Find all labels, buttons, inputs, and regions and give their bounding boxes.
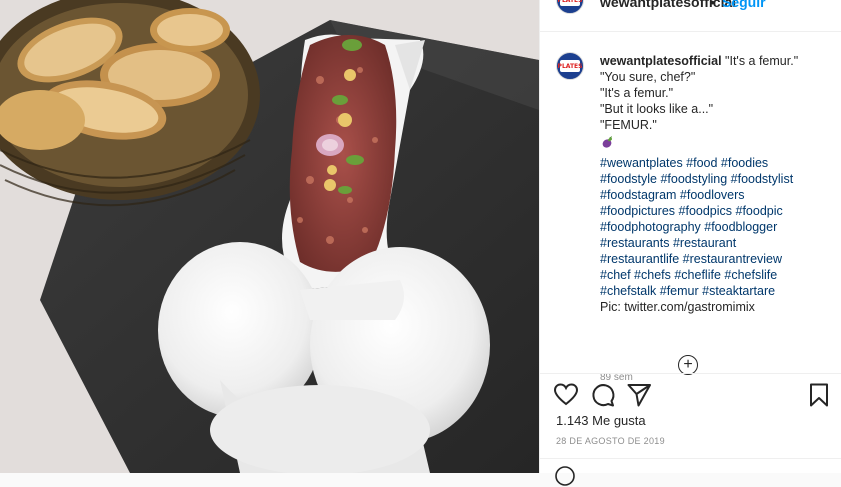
header-separator-dot: • (710, 0, 715, 10)
steak-tartare-on-bone-plate-image (0, 0, 539, 473)
avatar-logo: PLATES (558, 60, 582, 72)
emoji-picker-icon[interactable] (554, 465, 576, 487)
emoji-line (600, 133, 830, 155)
post-header: PLATES wewantplatesofficial • Seguir ··· (540, 0, 841, 14)
caption-username[interactable]: wewantplatesofficial (600, 54, 722, 68)
hashtag-line[interactable]: #foodpictures #foodpics #foodpic (600, 203, 830, 219)
hashtag-line[interactable]: #restaurants #restaurant (600, 235, 830, 251)
avatar[interactable]: PLATES (556, 0, 584, 14)
divider (540, 31, 841, 32)
avatar[interactable]: PLATES (556, 52, 584, 80)
post-side-panel: PLATES wewantplatesofficial • Seguir ···… (539, 0, 841, 486)
hashtag-line[interactable]: #chefstalk #femur #steaktartare (600, 283, 830, 299)
hashtag-line[interactable]: #foodstagram #foodlovers (600, 187, 830, 203)
caption-line: "But it looks like a..." (600, 102, 714, 116)
hashtag-line[interactable]: #foodstyle #foodstyling #foodstylist (600, 171, 830, 187)
action-bar (540, 380, 841, 412)
more-options-icon[interactable]: ··· (812, 0, 831, 6)
hashtag-line[interactable]: #foodphotography #foodblogger (600, 219, 830, 235)
divider (540, 373, 841, 374)
caption-line: "FEMUR." (600, 118, 657, 132)
load-more-comments-button[interactable]: + (678, 355, 698, 375)
paper-plane-icon[interactable] (626, 382, 652, 408)
header-username[interactable]: wewantplatesofficial (600, 0, 736, 10)
caption-line: "It's a femur." (600, 86, 674, 100)
caption-text: wewantplatesofficial "It's a femur." "Yo… (600, 53, 830, 315)
comment-bubble-icon[interactable] (590, 382, 616, 408)
hashtag-line[interactable]: #wewantplates #food #foodies (600, 155, 830, 171)
caption-credit: Pic: twitter.com/gastromimix (600, 300, 755, 314)
post-date[interactable]: 28 DE AGOSTO DE 2019 (556, 436, 665, 446)
eggplant-emoji-icon (602, 136, 612, 148)
follow-button[interactable]: Seguir (722, 0, 766, 10)
divider (540, 458, 841, 459)
bookmark-icon[interactable] (806, 382, 832, 408)
heart-icon[interactable] (553, 382, 579, 408)
caption-first-line: wewantplatesofficial "It's a femur." (600, 53, 830, 69)
avatar-logo: PLATES (558, 0, 582, 6)
hashtag-line[interactable]: #chef #chefs #cheflife #chefslife (600, 267, 830, 283)
likes-count[interactable]: 1.143 Me gusta (556, 413, 646, 428)
hashtag-line[interactable]: #restaurantlife #restaurantreview (600, 251, 830, 267)
caption-line: "You sure, chef?" (600, 70, 696, 84)
caption-quote: "It's a femur." (725, 54, 799, 68)
post-photo[interactable] (0, 0, 539, 473)
